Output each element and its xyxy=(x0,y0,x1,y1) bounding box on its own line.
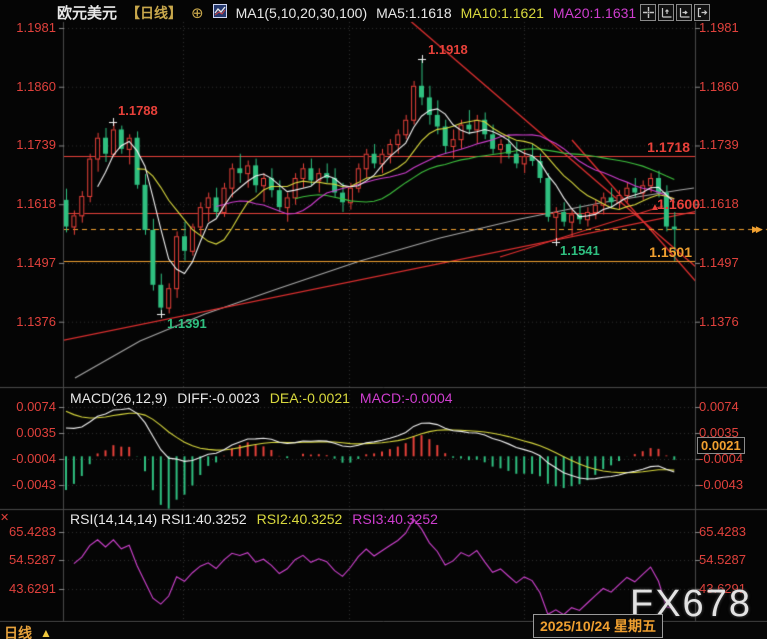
ma5-value: MA5:1.1618 xyxy=(376,5,452,21)
swing-price-label: 1.1918 xyxy=(428,42,468,57)
price-axis-label-right: 1.1376 xyxy=(699,314,739,329)
macd-pane-header-item: MACD:-0.0004 xyxy=(360,390,453,406)
ma10-value: MA10:1.1621 xyxy=(461,5,544,21)
ma20-value: MA20:1.1631 xyxy=(553,5,636,21)
price-axis-label-right: 1.1981 xyxy=(699,20,739,35)
price-axis-label-left: 1.1981 xyxy=(2,20,56,35)
horizontal-line-price-label: 1.1718 xyxy=(638,140,690,155)
current-date-box: 2025/10/24 星期五 xyxy=(533,614,663,638)
chart-window: 欧元美元 【日线】 ⊕ MA1(5,10,20,30,100) MA5:1.16… xyxy=(0,0,767,639)
price-axis-label-right: 1.1618 xyxy=(699,196,739,211)
macd-pane-header-item: DIFF:-0.0023 xyxy=(177,390,259,406)
macd-axis-label-left: 0.0035 xyxy=(2,425,56,440)
ma-indicator-label: MA1(5,10,20,30,100) xyxy=(236,5,368,21)
price-axis-label-left: 1.1376 xyxy=(2,314,56,329)
macd-current-value-box: 0.0021 xyxy=(697,437,745,454)
delete-indicator-icon[interactable]: ✕ xyxy=(0,511,9,524)
price-marker-icon: ▲ xyxy=(650,200,660,215)
macd-axis-label-left: -0.0004 xyxy=(2,451,56,466)
price-axis-label-left: 1.1739 xyxy=(2,137,56,152)
chart-toolbar xyxy=(640,4,710,21)
period-selector[interactable]: 日线 ▲ xyxy=(4,623,52,639)
pan-axis-icon[interactable] xyxy=(676,4,692,21)
price-axis-label-left: 1.1618 xyxy=(2,196,56,211)
swing-price-label: 1.1391 xyxy=(167,316,207,331)
macd-axis-label-left: -0.0043 xyxy=(2,477,56,492)
period-label: 日线 xyxy=(4,623,32,639)
period-expand-icon: ▲ xyxy=(40,626,52,639)
move-crosshair-icon[interactable] xyxy=(640,4,656,21)
chart-header: 欧元美元 【日线】 ⊕ MA1(5,10,20,30,100) MA5:1.16… xyxy=(57,2,657,23)
price-axis-label-left: 1.1497 xyxy=(2,255,56,270)
price-axis-label-right: 1.1860 xyxy=(699,79,739,94)
chart-canvas[interactable] xyxy=(0,0,767,639)
zoom-axis-icon[interactable] xyxy=(658,4,674,21)
price-axis-label-right: 1.1739 xyxy=(699,137,739,152)
alert-line-marker-icon: ▶▶ xyxy=(752,222,760,237)
rsi-axis-label-left: 65.4283 xyxy=(2,524,56,539)
macd-axis-label-right: 0.0074 xyxy=(699,399,739,414)
macd-pane-header-item: DEA:-0.0021 xyxy=(270,390,350,406)
rsi-axis-label-right: 54.5287 xyxy=(699,552,746,567)
swing-price-label: 1.1788 xyxy=(118,103,158,118)
rsi-pane-header: RSI(14,14,14) RSI1:40.3252 RSI2:40.3252 RS… xyxy=(70,511,438,527)
rsi-pane-header-item: RSI3:40.3252 xyxy=(352,511,438,527)
macd-pane-header-item: MACD(26,12,9) xyxy=(70,390,167,406)
symbol-title: 欧元美元 xyxy=(57,2,117,23)
rsi-pane-header-item: RSI2:40.3252 xyxy=(257,511,343,527)
price-axis-label-left: 1.1860 xyxy=(2,79,56,94)
add-indicator-icon[interactable]: ⊕ xyxy=(191,4,204,22)
macd-axis-label-right: -0.0043 xyxy=(699,477,743,492)
exit-arrow-icon[interactable] xyxy=(694,4,710,21)
macd-axis-label-left: 0.0074 xyxy=(2,399,56,414)
rsi-axis-label-left: 54.5287 xyxy=(2,552,56,567)
period-tag: 【日线】 xyxy=(126,3,182,23)
horizontal-line-price-label: 1.1501 xyxy=(640,245,692,260)
price-axis-label-right: 1.1497 xyxy=(699,255,739,270)
rsi-axis-label-right: 65.4283 xyxy=(699,524,746,539)
swing-price-label: 1.1541 xyxy=(560,243,600,258)
rsi-axis-label-left: 43.6291 xyxy=(2,581,56,596)
chart-type-icon[interactable] xyxy=(213,4,227,21)
rsi-pane-header-item: RSI(14,14,14) RSI1:40.3252 xyxy=(70,511,247,527)
macd-pane-header: MACD(26,12,9) DIFF:-0.0023 DEA:-0.0021 MACD… xyxy=(70,390,453,406)
